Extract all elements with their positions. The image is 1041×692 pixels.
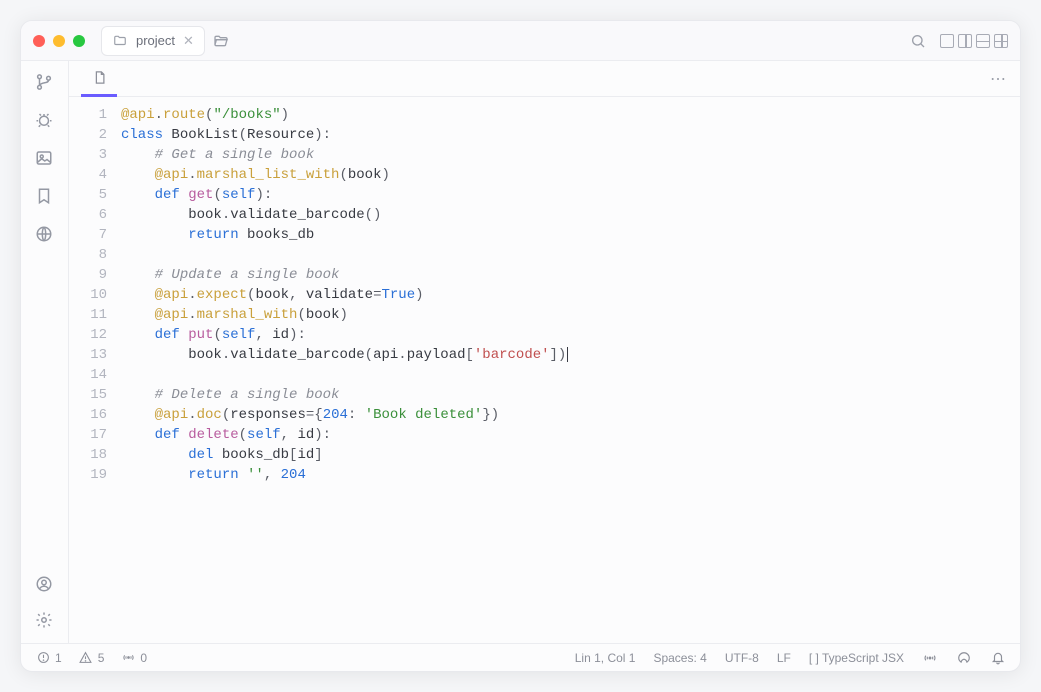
line-number: 9 xyxy=(69,265,107,285)
sidebar xyxy=(21,61,69,643)
status-spaces[interactable]: Spaces: 4 xyxy=(653,651,706,665)
line-number: 10 xyxy=(69,285,107,305)
code-line[interactable]: # Get a single book xyxy=(121,145,1020,165)
status-errors-count: 1 xyxy=(55,651,62,665)
line-gutter: 12345678910111213141516171819 xyxy=(69,97,117,643)
line-number: 1 xyxy=(69,105,107,125)
body: ⋯ 12345678910111213141516171819 @api.rou… xyxy=(21,61,1020,643)
bug-icon[interactable] xyxy=(35,111,55,131)
user-icon[interactable] xyxy=(35,575,55,595)
status-cursor[interactable]: Lin 1, Col 1 xyxy=(575,651,636,665)
layout-split-horizontal-icon[interactable] xyxy=(976,34,990,48)
project-tab[interactable]: project ✕ xyxy=(101,26,205,56)
project-tab-label: project xyxy=(136,33,175,48)
line-number: 2 xyxy=(69,125,107,145)
code-line[interactable]: def put(self, id): xyxy=(121,325,1020,345)
code-line[interactable]: book.validate_barcode() xyxy=(121,205,1020,225)
main: ⋯ 12345678910111213141516171819 @api.rou… xyxy=(69,61,1020,643)
code-line[interactable]: return books_db xyxy=(121,225,1020,245)
code-line[interactable] xyxy=(121,245,1020,265)
code-line[interactable]: @api.doc(responses={204: 'Book deleted'}… xyxy=(121,405,1020,425)
line-number: 6 xyxy=(69,205,107,225)
status-language[interactable]: [ ] TypeScript JSX xyxy=(809,651,904,665)
file-tabs: ⋯ xyxy=(69,61,1020,97)
statusbar: 1 5 0 Lin 1, Col 1 Spaces: 4 UTF-8 LF [ … xyxy=(21,643,1020,671)
code-line[interactable]: # Delete a single book xyxy=(121,385,1020,405)
code-line[interactable]: class BookList(Resource): xyxy=(121,125,1020,145)
line-number: 4 xyxy=(69,165,107,185)
titlebar-actions xyxy=(213,33,229,49)
titlebar: project ✕ xyxy=(21,21,1020,61)
layout-split-vertical-icon[interactable] xyxy=(958,34,972,48)
layout-controls xyxy=(940,34,1008,48)
status-lineend[interactable]: LF xyxy=(777,651,791,665)
file-tab-active[interactable] xyxy=(81,61,117,97)
code-line[interactable]: def get(self): xyxy=(121,185,1020,205)
settings-icon[interactable] xyxy=(35,611,55,631)
line-number: 7 xyxy=(69,225,107,245)
file-icon xyxy=(91,69,107,85)
status-signal-count: 0 xyxy=(140,651,147,665)
line-number: 18 xyxy=(69,445,107,465)
code-line[interactable] xyxy=(121,365,1020,385)
bookmark-icon[interactable] xyxy=(35,187,55,207)
titlebar-right xyxy=(910,33,1008,49)
layout-single-icon[interactable] xyxy=(940,34,954,48)
maximize-window-button[interactable] xyxy=(73,35,85,47)
line-number: 19 xyxy=(69,465,107,485)
line-number: 17 xyxy=(69,425,107,445)
line-number: 15 xyxy=(69,385,107,405)
window-controls xyxy=(33,35,85,47)
layout-grid-icon[interactable] xyxy=(994,34,1008,48)
sidebar-bottom xyxy=(35,575,55,631)
code-line[interactable]: @api.marshal_with(book) xyxy=(121,305,1020,325)
line-number: 8 xyxy=(69,245,107,265)
line-number: 3 xyxy=(69,145,107,165)
code-line[interactable]: del books_db[id] xyxy=(121,445,1020,465)
branch-icon[interactable] xyxy=(35,73,55,93)
close-window-button[interactable] xyxy=(33,35,45,47)
folder-icon xyxy=(112,33,128,49)
code-line[interactable]: @api.expect(book, validate=True) xyxy=(121,285,1020,305)
editor-window: project ✕ xyxy=(20,20,1021,672)
status-warnings-count: 5 xyxy=(98,651,105,665)
code-line[interactable]: def delete(self, id): xyxy=(121,425,1020,445)
code-line[interactable]: @api.route("/books") xyxy=(121,105,1020,125)
code-editor[interactable]: 12345678910111213141516171819 @api.route… xyxy=(69,97,1020,643)
more-tabs-icon[interactable]: ⋯ xyxy=(990,69,1008,89)
minimize-window-button[interactable] xyxy=(53,35,65,47)
code-line[interactable]: # Update a single book xyxy=(121,265,1020,285)
code-line[interactable]: book.validate_barcode(api.payload['barco… xyxy=(121,345,1020,365)
line-number: 11 xyxy=(69,305,107,325)
text-cursor xyxy=(567,347,568,362)
globe-icon[interactable] xyxy=(35,225,55,245)
line-number: 5 xyxy=(69,185,107,205)
status-encoding[interactable]: UTF-8 xyxy=(725,651,759,665)
project-tab-group: project ✕ xyxy=(101,26,205,56)
line-number: 16 xyxy=(69,405,107,425)
image-icon[interactable] xyxy=(35,149,55,169)
line-number: 13 xyxy=(69,345,107,365)
code-content[interactable]: @api.route("/books")class BookList(Resou… xyxy=(117,97,1020,643)
code-line[interactable]: return '', 204 xyxy=(121,465,1020,485)
search-icon[interactable] xyxy=(910,33,926,49)
close-tab-icon[interactable]: ✕ xyxy=(183,33,194,49)
line-number: 14 xyxy=(69,365,107,385)
line-number: 12 xyxy=(69,325,107,345)
open-file-icon[interactable] xyxy=(213,33,229,49)
code-line[interactable]: @api.marshal_list_with(book) xyxy=(121,165,1020,185)
